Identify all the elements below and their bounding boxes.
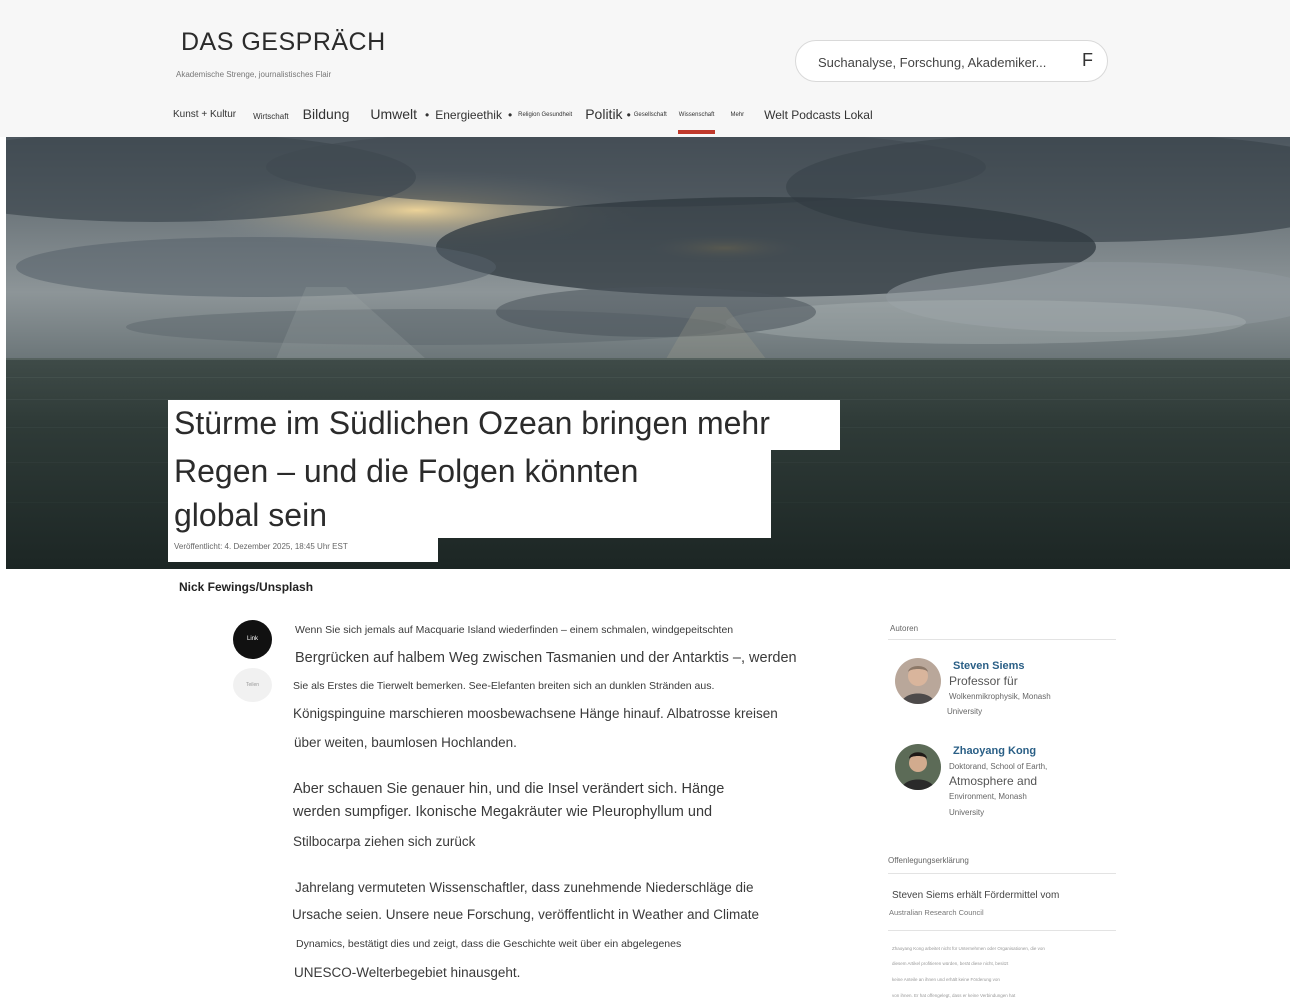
nav-item-wissenschaft[interactable]: Wissenschaft	[677, 104, 716, 134]
search-input[interactable]	[818, 51, 1058, 73]
paragraph-2-line-1: Aber schauen Sie genauer hin, und die In…	[293, 781, 725, 797]
article-headline-line-2: Regen – und die Folgen könnten	[168, 448, 771, 494]
search-button[interactable]: F	[1082, 50, 1093, 71]
paragraph-1-line-2: Bergrücken auf halbem Weg zwischen Tasma…	[295, 650, 797, 666]
article-headline-line-3: global sein	[168, 492, 771, 538]
divider	[888, 639, 1116, 640]
site-tagline: Akademische Strenge, journalistisches Fl…	[176, 70, 332, 79]
divider	[888, 930, 1116, 931]
image-credit: Nick Fewings/Unsplash	[179, 580, 314, 594]
author-detail-line: University	[947, 707, 983, 716]
author-name-link[interactable]: Steven Siems	[953, 660, 1025, 672]
paragraph-3-line-4: UNESCO-Welterbegebiet hinausgeht.	[294, 965, 521, 980]
nav-item-energieethik[interactable]: Energieethik	[435, 104, 502, 122]
nav-separator: •	[507, 108, 513, 122]
paragraph-1-line-4: Königspinguine marschieren moosbewachsen…	[293, 706, 778, 721]
author-name-link[interactable]: Zhaoyang Kong	[953, 745, 1036, 757]
nav-item-politik[interactable]: Politik	[585, 104, 622, 122]
nav-item-kunst-kultur[interactable]: Kunst + Kultur	[173, 104, 236, 120]
disclosure-fine-print: keine Anteile an ihnen und erhält keine …	[892, 977, 1000, 982]
nav-item-wirtschaft[interactable]: Wirtschaft	[253, 104, 289, 121]
disclosure-text: Steven Siems erhält Fördermittel vom	[892, 890, 1060, 901]
author-detail-line: Environment, Monash	[949, 792, 1027, 801]
paragraph-1-line-3: Sie als Erstes die Tierwelt bemerken. Se…	[293, 680, 715, 692]
divider	[888, 873, 1116, 874]
nav-item-gesellschaft[interactable]: Gesellschaft	[634, 104, 667, 118]
nav-separator: •	[425, 108, 430, 122]
avatar[interactable]	[895, 658, 941, 704]
paragraph-3-line-2: Ursache seien. Unsere neue Forschung, ve…	[292, 907, 759, 922]
avatar[interactable]	[895, 744, 941, 790]
authors-label: Autoren	[890, 624, 919, 633]
disclosure-fine-print: Zhaoyang Kong arbeitet nicht für Unterne…	[892, 946, 1045, 951]
author-detail-line: University	[949, 808, 985, 817]
nav-item-umwelt[interactable]: Umwelt	[370, 104, 417, 122]
site-logo[interactable]: DAS GESPRÄCH	[181, 28, 386, 57]
author-photo-icon	[895, 744, 941, 790]
nav-separator: •	[626, 108, 631, 122]
author-title: Professor für	[949, 674, 1018, 688]
disclosure-fine-print: von ihnen. Er hat offengelegt, dass er k…	[892, 993, 1016, 998]
nav-item-welt-podcasts-lokal[interactable]: Welt Podcasts Lokal	[764, 104, 873, 122]
nav-item-mehr[interactable]: Mehr	[730, 104, 744, 118]
main-nav: Kunst + Kultur Wirtschaft Bildung Umwelt…	[173, 104, 873, 134]
author-detail-line: Doktorand, School of Earth,	[949, 762, 1048, 771]
publish-date: Veröffentlicht: 4. Dezember 2025, 18:45 …	[168, 538, 438, 562]
disclosure-label: Offenlegungserklärung	[888, 856, 969, 865]
author-title: Atmosphere and	[949, 774, 1038, 788]
paragraph-3-line-3: Dynamics, bestätigt dies und zeigt, dass…	[296, 938, 682, 950]
search-bar: F	[795, 40, 1108, 82]
paragraph-1-line-5: über weiten, baumlosen Hochlanden.	[294, 735, 517, 750]
disclosure-org: Australian Research Council	[889, 908, 984, 917]
site-header: DAS GESPRÄCH Akademische Strenge, journa…	[0, 0, 1290, 137]
paragraph-3-line-1: Jahrelang vermuteten Wissenschaftler, da…	[295, 880, 754, 895]
nav-item-religion-gesundheit[interactable]: Religion Gesundheit	[518, 104, 572, 118]
paragraph-2-line-3: Stilbocarpa ziehen sich zurück	[293, 834, 476, 849]
share-button[interactable]: Teilen	[233, 668, 272, 702]
author-detail-line: Wolkenmikrophysik, Monash	[949, 692, 1051, 701]
author-photo-icon	[895, 658, 941, 704]
nav-item-bildung[interactable]: Bildung	[303, 104, 350, 122]
paragraph-1-line-1: Wenn Sie sich jemals auf Macquarie Islan…	[295, 624, 734, 636]
article-headline-line-1: Stürme im Südlichen Ozean bringen mehr	[168, 400, 840, 450]
share-link-button[interactable]: Link	[233, 620, 272, 659]
disclosure-fine-print: diesem Artikel profitieren würden, berät…	[892, 961, 1009, 966]
paragraph-2-line-2: werden sumpfiger. Ikonische Megakräuter …	[293, 804, 713, 820]
